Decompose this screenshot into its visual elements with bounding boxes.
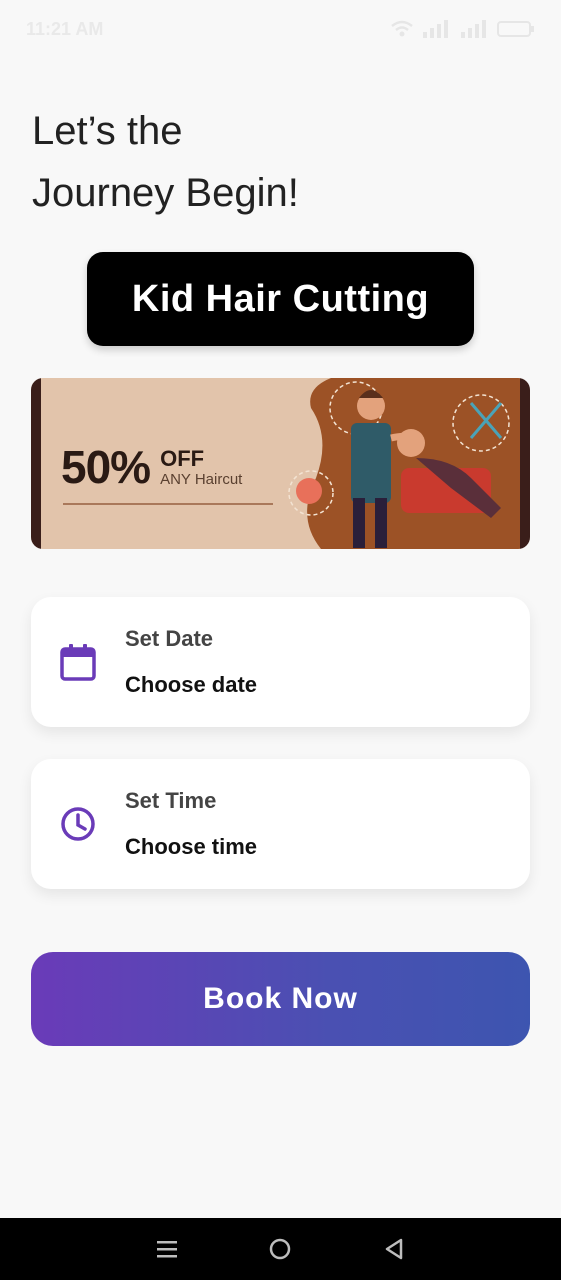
date-value: Choose date bbox=[125, 672, 258, 697]
promo-divider bbox=[63, 503, 273, 505]
status-time: 11:21 AM bbox=[26, 18, 104, 39]
back-icon[interactable] bbox=[374, 1229, 414, 1269]
page-title: Let’s the Journey Begin! bbox=[32, 100, 512, 224]
promo-subtitle: ANY Haircut bbox=[160, 470, 243, 488]
wifi-icon bbox=[391, 20, 413, 37]
time-value: Choose time bbox=[125, 834, 258, 859]
status-bar: 11:21 AM bbox=[0, 0, 561, 58]
promo-banner[interactable]: 50% OFF ANY Haircut bbox=[31, 378, 530, 549]
calendar-icon bbox=[31, 643, 125, 681]
menu-icon[interactable] bbox=[147, 1229, 187, 1269]
title-line-2: Journey Begin! bbox=[32, 171, 299, 215]
title-line-1: Let’s the bbox=[32, 109, 183, 153]
service-name: Kid Hair Cutting bbox=[131, 277, 430, 320]
time-label: Set Time bbox=[125, 788, 217, 813]
promo-text: 50% OFF ANY Haircut bbox=[61, 440, 242, 494]
date-picker-card[interactable]: Set Date Choose date bbox=[31, 597, 530, 727]
signal-icon bbox=[423, 20, 448, 38]
clock-icon bbox=[31, 806, 125, 842]
book-now-label: Book Now bbox=[203, 982, 358, 1015]
status-icons bbox=[391, 20, 535, 38]
promo-label-group: OFF ANY Haircut bbox=[160, 445, 243, 488]
promo-off: OFF bbox=[160, 445, 205, 471]
battery-icon bbox=[497, 21, 534, 37]
service-chip[interactable]: Kid Hair Cutting bbox=[87, 252, 474, 346]
date-label: Set Date bbox=[125, 626, 214, 651]
signal-icon bbox=[461, 20, 486, 38]
system-nav-bar bbox=[0, 1218, 561, 1280]
promo-percent: 50% bbox=[61, 441, 151, 493]
book-now-button[interactable]: Book Now bbox=[31, 952, 530, 1046]
home-icon[interactable] bbox=[260, 1229, 300, 1269]
time-picker-card[interactable]: Set Time Choose time bbox=[31, 759, 530, 889]
